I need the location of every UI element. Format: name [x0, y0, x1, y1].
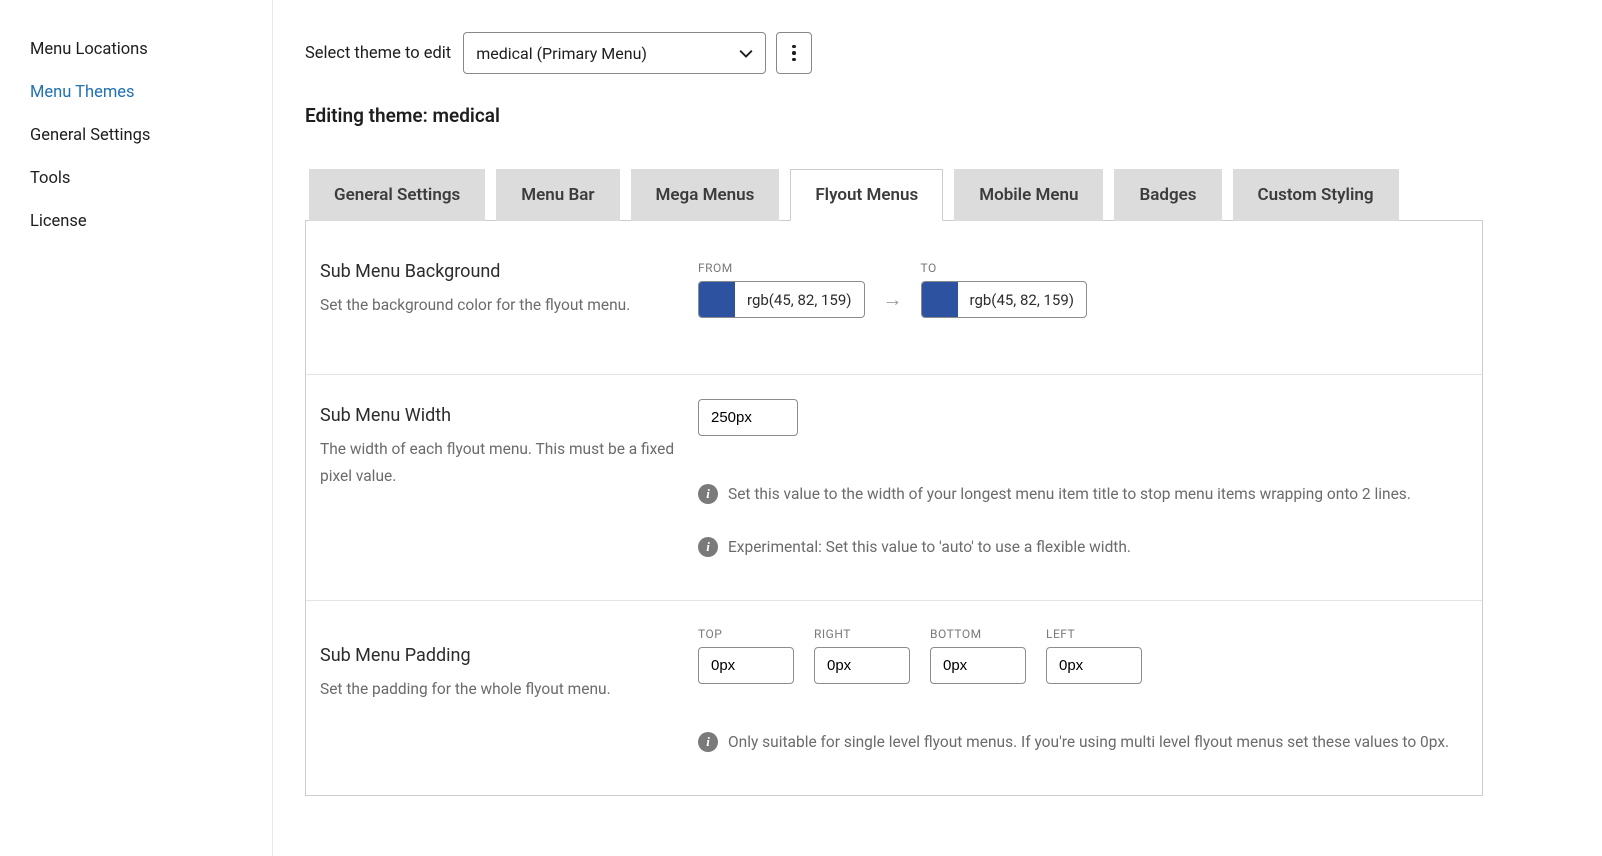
info-icon: i: [698, 732, 718, 752]
kebab-icon: [792, 45, 796, 62]
theme-select-label: Select theme to edit: [305, 44, 451, 63]
sub-menu-width-input[interactable]: [698, 399, 798, 436]
sidebar-item-menu-themes[interactable]: Menu Themes: [0, 71, 272, 114]
sidebar-item-license[interactable]: License: [0, 200, 272, 243]
settings-panel: Sub Menu Background Set the background c…: [305, 220, 1483, 796]
setting-desc: Set the padding for the whole flyout men…: [320, 676, 698, 702]
padding-top-input[interactable]: [698, 647, 794, 684]
more-actions-button[interactable]: [776, 32, 812, 74]
sidebar-item-menu-locations[interactable]: Menu Locations: [0, 28, 272, 71]
tab-badges[interactable]: Badges: [1114, 169, 1221, 221]
info-text: Set this value to the width of your long…: [728, 482, 1411, 507]
padding-right-input[interactable]: [814, 647, 910, 684]
padding-bottom-caption: BOTTOM: [930, 627, 1026, 641]
color-from-input[interactable]: rgb(45, 82, 159): [698, 281, 865, 318]
setting-desc: The width of each flyout menu. This must…: [320, 436, 698, 489]
color-from-value: rgb(45, 82, 159): [735, 291, 864, 309]
main-content: Select theme to edit medical (Primary Me…: [273, 0, 1602, 856]
color-to-swatch[interactable]: [922, 282, 958, 317]
chevron-down-icon: [739, 46, 753, 60]
padding-right-caption: RIGHT: [814, 627, 910, 641]
sidebar-item-general-settings[interactable]: General Settings: [0, 114, 272, 157]
info-text: Experimental: Set this value to 'auto' t…: [728, 535, 1131, 560]
info-icon: i: [698, 484, 718, 504]
setting-row-sub-menu-padding: Sub Menu Padding Set the padding for the…: [306, 601, 1482, 795]
color-from-swatch[interactable]: [699, 282, 735, 317]
color-to-input[interactable]: rgb(45, 82, 159): [921, 281, 1088, 318]
tab-menu-bar[interactable]: Menu Bar: [496, 169, 619, 221]
setting-label-block: Sub Menu Padding Set the padding for the…: [320, 627, 698, 755]
info-row: i Set this value to the width of your lo…: [698, 482, 1468, 507]
tab-flyout-menus[interactable]: Flyout Menus: [790, 169, 943, 221]
setting-desc: Set the background color for the flyout …: [320, 292, 698, 318]
theme-select-row: Select theme to edit medical (Primary Me…: [305, 32, 1602, 74]
arrow-right-icon: →: [883, 287, 903, 318]
info-icon: i: [698, 537, 718, 557]
info-text: Only suitable for single level flyout me…: [728, 730, 1449, 755]
padding-group: TOP RIGHT BOTTOM LEFT: [698, 627, 1468, 684]
tab-custom-styling[interactable]: Custom Styling: [1233, 169, 1399, 221]
color-from-caption: FROM: [698, 261, 865, 275]
color-to-value: rgb(45, 82, 159): [958, 291, 1087, 309]
sidebar: Menu Locations Menu Themes General Setti…: [0, 0, 273, 856]
color-to-caption: TO: [921, 261, 1088, 275]
padding-bottom-input[interactable]: [930, 647, 1026, 684]
info-row: i Experimental: Set this value to 'auto'…: [698, 535, 1468, 560]
info-row: i Only suitable for single level flyout …: [698, 730, 1468, 755]
setting-row-sub-menu-width: Sub Menu Width The width of each flyout …: [306, 375, 1482, 601]
tab-mobile-menu[interactable]: Mobile Menu: [954, 169, 1103, 221]
padding-left-caption: LEFT: [1046, 627, 1142, 641]
setting-title: Sub Menu Padding: [320, 645, 698, 666]
setting-label-block: Sub Menu Background Set the background c…: [320, 261, 698, 318]
color-gradient-group: FROM rgb(45, 82, 159) → TO rgb(45, 82, 1…: [698, 261, 1468, 318]
tabs: General Settings Menu Bar Mega Menus Fly…: [309, 169, 1602, 221]
setting-row-sub-menu-background: Sub Menu Background Set the background c…: [306, 221, 1482, 375]
tab-mega-menus[interactable]: Mega Menus: [631, 169, 780, 221]
setting-label-block: Sub Menu Width The width of each flyout …: [320, 399, 698, 560]
editing-theme-title: Editing theme: medical: [305, 104, 1602, 127]
setting-title: Sub Menu Width: [320, 405, 698, 426]
setting-title: Sub Menu Background: [320, 261, 698, 282]
tab-general-settings[interactable]: General Settings: [309, 169, 485, 221]
theme-select-dropdown[interactable]: medical (Primary Menu): [463, 32, 766, 74]
padding-left-input[interactable]: [1046, 647, 1142, 684]
padding-top-caption: TOP: [698, 627, 794, 641]
sidebar-item-tools[interactable]: Tools: [0, 157, 272, 200]
theme-select-value: medical (Primary Menu): [476, 44, 647, 63]
